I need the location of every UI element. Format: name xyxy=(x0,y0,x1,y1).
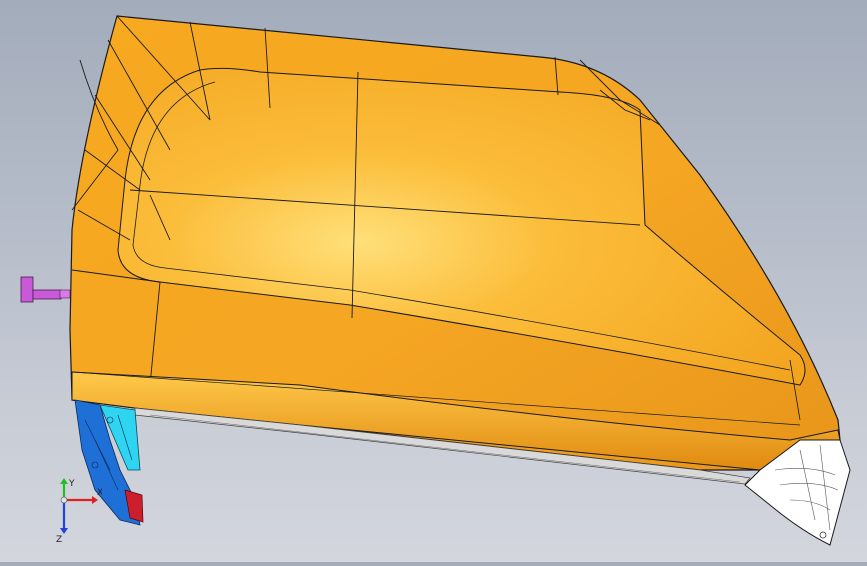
magenta-clip-arm xyxy=(32,289,62,300)
cad-viewport[interactable]: X Y Z xyxy=(0,0,867,562)
triad-origin xyxy=(60,496,68,504)
x-axis-label: X xyxy=(97,488,102,498)
z-axis-label: Z xyxy=(56,535,62,545)
magenta-clip[interactable] xyxy=(20,276,34,303)
z-axis-arrowhead xyxy=(60,528,68,534)
magenta-clip-end xyxy=(59,289,71,299)
y-axis-arrowhead xyxy=(60,478,68,484)
axis-triad: X Y Z xyxy=(50,478,102,545)
model-canvas[interactable] xyxy=(0,0,867,562)
y-axis-label: Y xyxy=(68,479,75,489)
